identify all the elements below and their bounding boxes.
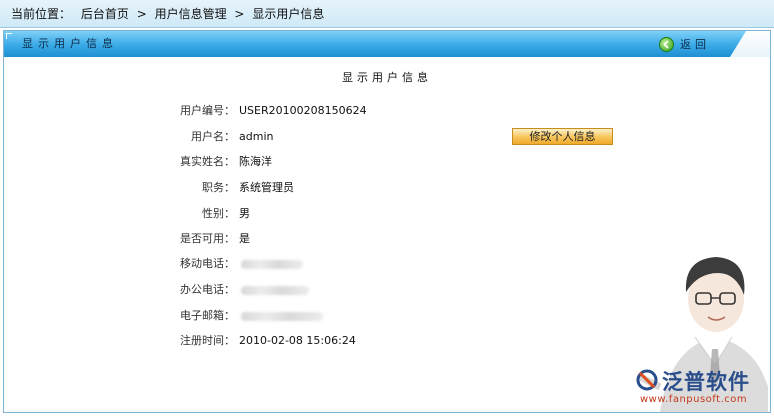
blurred-value bbox=[241, 285, 309, 295]
breadcrumb-item-current: 显示用户信息 bbox=[252, 7, 325, 21]
watermark: 泛普软件 www.fanpusoft.com bbox=[634, 366, 764, 408]
field-value: 系统管理员 bbox=[239, 181, 294, 194]
breadcrumb: 当前位置： 后台首页 > 用户信息管理 > 显示用户信息 bbox=[0, 0, 774, 28]
field-row-email: 电子邮箱： bbox=[104, 308, 323, 324]
field-label: 真实姓名： bbox=[180, 155, 235, 168]
field-row-office-phone: 办公电话： bbox=[104, 282, 309, 298]
field-row-mobile: 移动电话： bbox=[104, 256, 303, 272]
panel-title: 显示用户信息 bbox=[22, 37, 118, 50]
breadcrumb-item-user-management[interactable]: 用户信息管理 bbox=[155, 0, 227, 28]
field-label: 是否可用： bbox=[180, 232, 235, 245]
back-button[interactable]: 返回 bbox=[659, 36, 710, 52]
header-notch bbox=[730, 31, 770, 57]
watermark-url: www.fanpusoft.com bbox=[640, 394, 748, 405]
breadcrumb-item-home[interactable]: 后台首页 bbox=[81, 0, 129, 28]
field-label: 办公电话： bbox=[180, 283, 235, 296]
field-value: USER20100208150624 bbox=[239, 104, 367, 117]
field-label: 用户名： bbox=[191, 130, 235, 143]
edit-profile-button[interactable]: 修改个人信息 bbox=[512, 128, 613, 145]
field-label: 性别： bbox=[202, 207, 235, 220]
blurred-value bbox=[241, 311, 323, 321]
panel-header: 显示用户信息 返回 bbox=[4, 31, 770, 57]
field-value: 陈海洋 bbox=[239, 155, 272, 168]
field-value: 是 bbox=[239, 232, 250, 245]
field-row-real-name: 真实姓名： 陈海洋 bbox=[104, 154, 272, 170]
field-label: 移动电话： bbox=[180, 257, 235, 270]
field-row-gender: 性别： 男 bbox=[104, 206, 250, 222]
field-value: 男 bbox=[239, 207, 250, 220]
field-row-enabled: 是否可用： 是 bbox=[104, 231, 250, 247]
field-label: 电子邮箱： bbox=[180, 309, 235, 322]
field-value: admin bbox=[239, 130, 274, 143]
field-row-register-time: 注册时间： 2010-02-08 15:06:24 bbox=[104, 333, 356, 349]
field-row-user-id: 用户编号： USER20100208150624 bbox=[104, 103, 367, 119]
watermark-brand: 泛普软件 bbox=[662, 370, 750, 394]
field-label: 注册时间： bbox=[180, 334, 235, 347]
breadcrumb-separator: > bbox=[136, 7, 147, 21]
content-title: 显示用户信息 bbox=[342, 71, 432, 84]
breadcrumb-separator: > bbox=[234, 7, 245, 21]
field-row-username: 用户名： admin bbox=[104, 129, 273, 145]
blurred-value bbox=[241, 259, 303, 269]
back-arrow-icon bbox=[659, 36, 674, 52]
fanpu-logo-icon bbox=[636, 369, 658, 391]
field-label: 用户编号： bbox=[180, 104, 235, 117]
field-label: 职务： bbox=[202, 181, 235, 194]
breadcrumb-prefix: 当前位置： bbox=[11, 7, 72, 21]
field-value: 2010-02-08 15:06:24 bbox=[239, 334, 356, 347]
corner-marker-icon bbox=[6, 33, 12, 39]
user-info-panel: 显示用户信息 返回 显示用户信息 用户编号： USER20100208150624… bbox=[3, 30, 771, 413]
field-row-position: 职务： 系统管理员 bbox=[104, 180, 294, 196]
back-label: 返回 bbox=[680, 38, 710, 51]
